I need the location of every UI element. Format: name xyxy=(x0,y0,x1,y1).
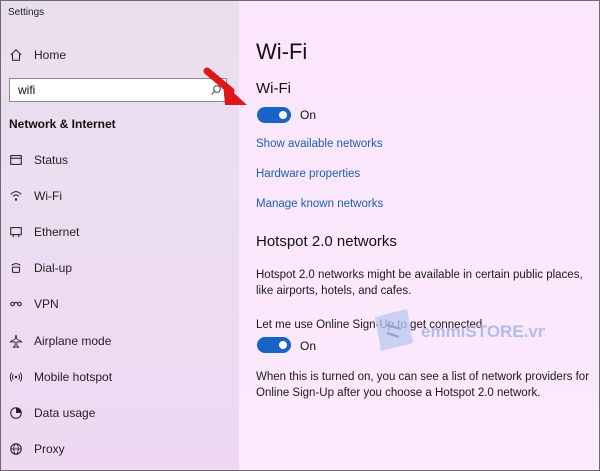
online-signup-toggle[interactable] xyxy=(257,337,291,353)
sidebar-item-wifi[interactable]: Wi-Fi xyxy=(1,181,239,211)
sidebar-item-label: Mobile hotspot xyxy=(34,370,113,384)
wifi-icon xyxy=(8,188,24,204)
home-nav-item[interactable]: Home xyxy=(1,40,239,70)
home-label: Home xyxy=(34,48,67,62)
sidebar-item-label: Wi-Fi xyxy=(34,189,62,203)
signup-note-line-2: Online Sign-Up after you choose a Hotspo… xyxy=(256,387,541,399)
sidebar-item-dialup[interactable]: Dial-up xyxy=(1,253,239,283)
sidebar-item-label: Data usage xyxy=(34,406,96,420)
sidebar-item-vpn[interactable]: VPN xyxy=(1,289,239,319)
sidebar-item-label: Ethernet xyxy=(34,225,80,239)
hardware-properties-link[interactable]: Hardware properties xyxy=(256,168,360,180)
hotspot-description-line-1: Hotspot 2.0 networks might be available … xyxy=(256,269,583,281)
data-usage-icon xyxy=(8,405,24,421)
dialup-icon xyxy=(8,260,24,276)
section-title: Network & Internet xyxy=(9,117,116,131)
wifi-toggle-state: On xyxy=(300,108,317,122)
toggle-knob xyxy=(279,111,287,119)
sidebar-item-label: Dial-up xyxy=(34,261,73,275)
sidebar-item-label: Proxy xyxy=(34,442,65,456)
sidebar-item-label: Airplane mode xyxy=(34,334,112,348)
airplane-icon xyxy=(8,333,24,349)
store-watermark-logo: emmiSTORE.vn xyxy=(375,309,545,351)
search-input[interactable] xyxy=(10,79,206,101)
manage-known-networks-link[interactable]: Manage known networks xyxy=(256,198,383,210)
toggle-knob xyxy=(279,341,287,349)
red-arrow-annotation xyxy=(203,67,247,105)
sidebar-item-data-usage[interactable]: Data usage xyxy=(1,398,239,428)
status-icon xyxy=(8,152,24,168)
sidebar-item-ethernet[interactable]: Ethernet xyxy=(1,217,239,247)
window-title: Settings xyxy=(8,7,45,18)
settings-search-box[interactable] xyxy=(9,78,227,102)
sidebar-item-airplane-mode[interactable]: Airplane mode xyxy=(1,326,239,356)
globe-icon xyxy=(8,441,24,457)
vpn-icon xyxy=(8,296,24,312)
svg-text:emmiSTORE.vn: emmiSTORE.vn xyxy=(421,322,545,341)
show-available-networks-link[interactable]: Show available networks xyxy=(256,138,383,150)
page-title: Wi-Fi xyxy=(256,39,308,64)
sidebar-item-mobile-hotspot[interactable]: Mobile hotspot xyxy=(1,362,239,392)
settings-window: Settings Home Network & Internet Status xyxy=(0,0,600,471)
hotspot-description-line-2: like airports, hotels, and cafes. xyxy=(256,285,412,297)
signup-note-line-1: When this is turned on, you can see a li… xyxy=(256,371,590,383)
home-icon xyxy=(8,47,24,63)
hotspot-description: Hotspot 2.0 networks might be available … xyxy=(256,267,591,299)
sidebar-item-status[interactable]: Status xyxy=(1,145,239,175)
wifi-toggle[interactable] xyxy=(257,107,291,123)
wifi-section-heading: Wi-Fi xyxy=(256,80,291,97)
ethernet-icon xyxy=(8,224,24,240)
online-signup-toggle-state: On xyxy=(300,339,317,353)
hotspot-icon xyxy=(8,369,24,385)
sidebar-item-label: VPN xyxy=(34,297,59,311)
sidebar-item-label: Status xyxy=(34,153,69,167)
hotspot-section-heading: Hotspot 2.0 networks xyxy=(256,233,397,250)
signup-note: When this is turned on, you can see a li… xyxy=(256,369,591,401)
sidebar-item-proxy[interactable]: Proxy xyxy=(1,434,239,464)
